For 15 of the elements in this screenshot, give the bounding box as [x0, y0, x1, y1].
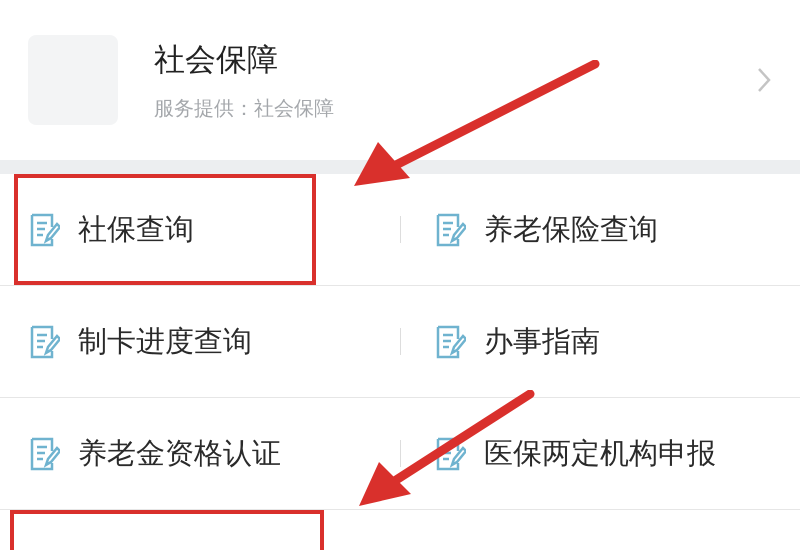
- service-item[interactable]: 养老保险查询: [400, 174, 800, 285]
- chevron-right-icon[interactable]: [756, 66, 772, 94]
- document-edit-icon: [436, 212, 466, 246]
- document-edit-icon: [30, 212, 60, 246]
- document-edit-icon: [436, 324, 466, 358]
- service-item[interactable]: 社保查询: [0, 174, 400, 285]
- service-title: 社会保障: [154, 40, 279, 80]
- service-item[interactable]: 办事指南: [400, 286, 800, 397]
- service-item[interactable]: 养老金资格认证: [0, 398, 400, 509]
- document-edit-icon: [436, 436, 466, 470]
- document-edit-icon: [30, 324, 60, 358]
- service-item[interactable]: 医保两定机构申报: [400, 398, 800, 509]
- service-item[interactable]: 制卡进度查询: [0, 286, 400, 397]
- service-provider: 服务提供：社会保障: [154, 94, 335, 122]
- document-edit-icon: [30, 436, 60, 470]
